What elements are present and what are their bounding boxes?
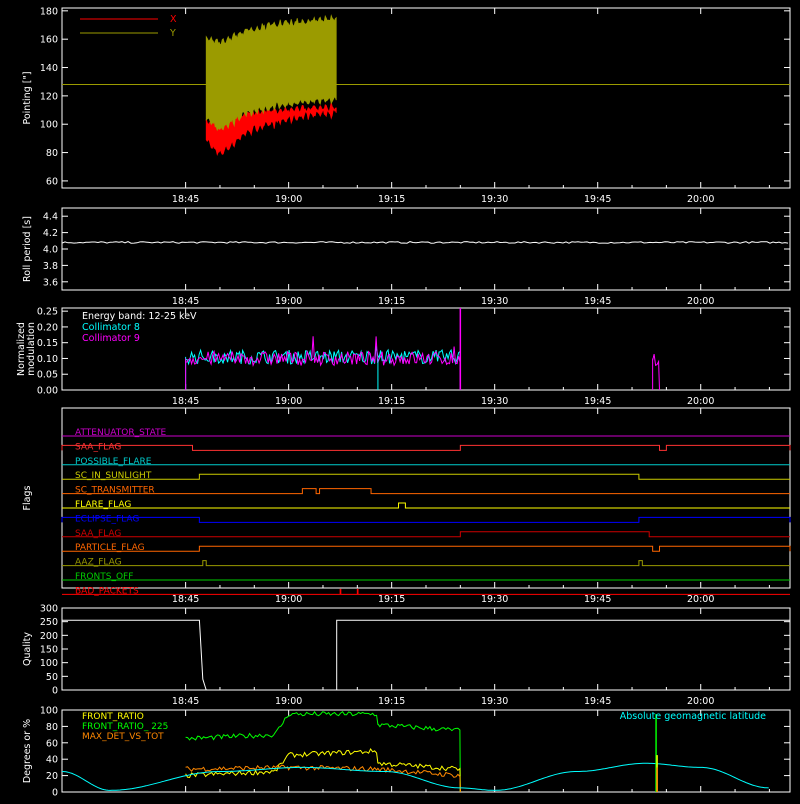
pointing-legend-label: Y <box>169 28 176 39</box>
flags-xtick-label: 18:45 <box>172 594 199 605</box>
quality-ylabel: Quality <box>22 632 33 666</box>
ratios-ytick-label: 40 <box>46 755 58 766</box>
flags-xtick-label: 19:00 <box>275 594 302 605</box>
quality-xtick-label: 18:45 <box>172 696 199 707</box>
ratios-ytick-label: 0 <box>52 788 58 799</box>
roll-ytick-label: 4.4 <box>43 212 58 223</box>
ratios-ylabel: Degrees or % <box>22 719 33 783</box>
quality-ytick-label: 0 <box>52 686 58 697</box>
ratios-ytick-label: 80 <box>46 722 58 733</box>
roll-frame <box>61 207 791 291</box>
flag-trace <box>62 531 790 538</box>
quality-xtick-label: 19:45 <box>584 696 611 707</box>
chart-figure: 18:45 19:00 19:15 19:30 19:45 20:00 60 80 100 120… <box>0 0 800 800</box>
ratios-legend-label: FRONT_RATIO <box>82 712 144 722</box>
quality-ytick-label: 200 <box>40 631 58 642</box>
pointing-xtick-label: 19:00 <box>275 194 302 205</box>
flag-trace <box>62 502 790 509</box>
roll-ytick-label: 3.8 <box>43 261 58 272</box>
roll-xtick-label: 19:15 <box>378 296 405 307</box>
pointing-ytick-label: 140 <box>40 63 58 74</box>
pointing-ytick-label: 160 <box>40 35 58 46</box>
pointing-xtick-label: 18:45 <box>172 194 199 205</box>
pointing-ytick-label: 100 <box>40 120 58 131</box>
modulation-ytick-label: 0.10 <box>37 354 58 365</box>
quality-ytick-label: 100 <box>40 658 58 669</box>
flag-label: ECLIPSE_FLAG <box>75 514 139 524</box>
flag-trace <box>62 488 790 495</box>
modulation-ytick-label: 0.20 <box>37 322 58 333</box>
modulation-ylabel: modulation <box>26 322 37 376</box>
modulation-legend-label: Energy band: 12-25 keV <box>82 311 197 322</box>
quality-xtick-label: 20:00 <box>687 696 714 707</box>
ratios-series <box>61 762 769 791</box>
flags-xtick-label: 19:45 <box>584 594 611 605</box>
modulation-xtick-label: 19:30 <box>481 396 508 407</box>
pointing-ylabel: Pointing ["] <box>22 71 33 124</box>
roll-xtick-label: 19:30 <box>481 296 508 307</box>
pointing-xtick-label: 19:15 <box>378 194 405 205</box>
flag-trace <box>62 560 790 567</box>
pointing-xtick-label: 19:45 <box>584 194 611 205</box>
ratios-ytick-label: 100 <box>40 706 58 717</box>
roll-ytick-label: 4.0 <box>43 245 58 256</box>
modulation-xtick-label: 19:00 <box>275 396 302 407</box>
modulation-series <box>652 353 661 391</box>
pointing-xtick-label: 20:00 <box>687 194 714 205</box>
pointing-ytick-label: 120 <box>40 91 58 102</box>
flag-trace <box>62 473 790 480</box>
pointing-xtick-label: 19:30 <box>481 194 508 205</box>
ratios-series <box>185 748 461 793</box>
pointing-ytick-label: 60 <box>46 176 58 187</box>
quality-ytick-label: 150 <box>40 645 58 656</box>
quality-ytick-label: 50 <box>46 672 58 683</box>
flag-label: SAA_FLAG <box>75 442 121 452</box>
roll-xtick-label: 19:45 <box>584 296 611 307</box>
modulation-ytick-label: 0.00 <box>37 386 58 397</box>
quality-ytick-label: 250 <box>40 617 58 628</box>
modulation-legend-label: Collimator 8 <box>82 322 140 333</box>
ratios-ytick-label: 60 <box>46 738 58 749</box>
roll-xtick-label: 19:00 <box>275 296 302 307</box>
modulation-ytick-label: 0.15 <box>37 338 58 349</box>
pointing-ytick-label: 180 <box>40 6 58 17</box>
flag-trace <box>61 444 791 451</box>
ratios-legend-label: FRONT_RATIO_ 225 <box>82 722 168 732</box>
modulation-xtick-label: 19:45 <box>584 396 611 407</box>
quality-xtick-label: 19:15 <box>378 696 405 707</box>
modulation-ytick-label: 0.25 <box>37 307 58 318</box>
modulation-xtick-label: 18:45 <box>172 396 199 407</box>
roll-ytick-label: 4.2 <box>43 228 58 239</box>
roll-ylabel: Roll period [s] <box>22 216 33 282</box>
modulation-series <box>185 336 461 391</box>
modulation-xtick-label: 20:00 <box>687 396 714 407</box>
flags-xtick-label: 19:30 <box>481 594 508 605</box>
roll-ytick-label: 3.6 <box>43 277 58 288</box>
flags-xtick-label: 20:00 <box>687 594 714 605</box>
modulation-legend-label: Collimator 9 <box>82 333 140 344</box>
ratios-ytick-label: 20 <box>46 771 58 782</box>
pointing-ytick-label: 80 <box>46 148 58 159</box>
flags-frame <box>61 407 791 589</box>
roll-xtick-label: 18:45 <box>172 296 199 307</box>
chart-canvas: 18:45 19:00 19:15 19:30 19:45 20:00 60 80 100 120… <box>16 6 791 799</box>
flag-trace <box>62 545 791 552</box>
quality-series <box>62 619 790 691</box>
roll-xtick-label: 20:00 <box>687 296 714 307</box>
modulation-xtick-label: 19:15 <box>378 396 405 407</box>
modulation-series <box>185 346 461 391</box>
pointing-legend-label: X <box>170 14 177 25</box>
roll-series <box>61 241 789 244</box>
flags-xtick-label: 19:15 <box>378 594 405 605</box>
quality-ytick-label: 300 <box>40 604 58 615</box>
modulation-ytick-label: 0.05 <box>37 370 58 381</box>
flags-ylabel: Flags <box>22 485 33 510</box>
ratios-annotation: Absolute geomagnetic latitude <box>620 711 766 722</box>
quality-xtick-label: 19:30 <box>481 696 508 707</box>
ratios-legend-label: MAX_DET_VS_TOT <box>82 732 164 742</box>
flag-trace <box>61 516 791 523</box>
quality-xtick-label: 19:00 <box>275 696 302 707</box>
